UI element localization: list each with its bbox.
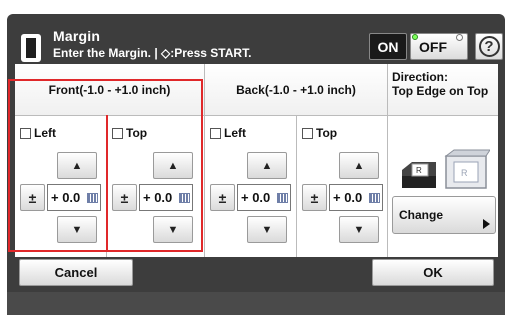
page-subtitle: Enter the Margin. | ◇:Press START. xyxy=(53,46,252,60)
back-left-down-button[interactable]: ▼ xyxy=(247,216,287,243)
right-margin xyxy=(505,14,517,315)
help-icon: ? xyxy=(478,36,500,57)
highlight-outline-right xyxy=(106,115,203,252)
back-left-value-text: + 0.0 xyxy=(241,190,271,205)
direction-header: Direction: Top Edge on Top xyxy=(388,64,498,116)
back-left-up-button[interactable]: ▲ xyxy=(247,152,287,179)
direction-value: Top Edge on Top xyxy=(392,84,489,98)
bottom-bar xyxy=(7,292,505,315)
on-indicator-icon xyxy=(412,34,418,40)
on-button[interactable]: ON xyxy=(369,33,407,60)
plus-minus-icon: ± xyxy=(310,189,319,206)
direction-section: R R Change xyxy=(388,116,498,257)
top-margin xyxy=(0,0,517,14)
back-top-down-button[interactable]: ▼ xyxy=(339,216,379,243)
back-left-sign-button[interactable]: ± xyxy=(210,184,235,211)
back-top-up-button[interactable]: ▲ xyxy=(339,152,379,179)
back-top-sign-button[interactable]: ± xyxy=(302,184,327,211)
screen: Margin Enter the Margin. | ◇:Press START… xyxy=(0,0,517,315)
down-arrow-icon: ▼ xyxy=(261,223,273,236)
back-left-value[interactable]: + 0.0 xyxy=(237,184,291,211)
highlight-outline-left xyxy=(8,115,109,252)
arrow-right-icon xyxy=(483,219,490,229)
direction-label: Direction: xyxy=(392,70,449,84)
highlight-outline xyxy=(8,79,203,117)
keypad-icon xyxy=(277,193,288,203)
plus-minus-icon: ± xyxy=(218,189,227,206)
checkbox-icon xyxy=(302,127,313,139)
checkbox-icon xyxy=(210,127,221,139)
svg-text:R: R xyxy=(461,168,468,178)
footer: Cancel OK xyxy=(15,259,498,289)
back-top-checkbox[interactable]: Top xyxy=(302,126,337,140)
back-top-value-text: + 0.0 xyxy=(333,190,363,205)
page-title: Margin xyxy=(53,28,101,44)
up-arrow-icon: ▲ xyxy=(353,159,365,172)
back-top-section: Top ▲ ± + 0.0 ▼ xyxy=(297,116,388,257)
back-top-value[interactable]: + 0.0 xyxy=(329,184,383,211)
up-arrow-icon: ▲ xyxy=(261,159,273,172)
back-left-section: Left ▲ ± + 0.0 ▼ xyxy=(205,116,297,257)
document-icon xyxy=(21,34,41,62)
back-left-label: Left xyxy=(224,126,246,140)
off-indicator-icon xyxy=(456,34,463,41)
scanner-direction-icon: R R xyxy=(402,149,490,189)
svg-text:R: R xyxy=(416,166,422,175)
help-button[interactable]: ? xyxy=(475,33,503,60)
back-left-checkbox[interactable]: Left xyxy=(210,126,246,140)
back-header: Back(-1.0 - +1.0 inch) xyxy=(205,64,388,116)
change-direction-button[interactable]: Change xyxy=(392,196,496,234)
cancel-button[interactable]: Cancel xyxy=(19,259,133,286)
ok-button[interactable]: OK xyxy=(372,259,494,286)
change-label: Change xyxy=(399,208,444,222)
down-arrow-icon: ▼ xyxy=(353,223,365,236)
keypad-icon xyxy=(369,193,380,203)
back-top-label: Top xyxy=(316,126,338,140)
